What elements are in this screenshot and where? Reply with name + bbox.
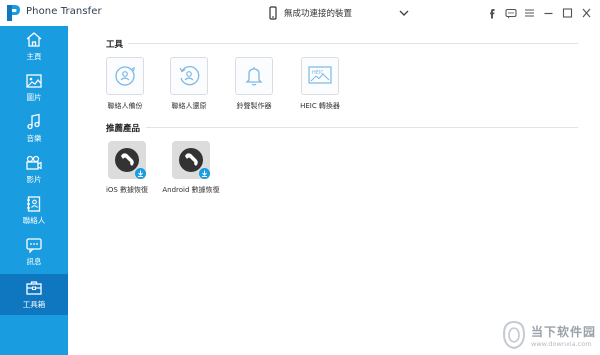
watermark: 当下软件园 www.downxia.com [500, 318, 596, 352]
sidebar-item-label: 音樂 [26, 134, 42, 143]
device-selector[interactable]: 無成功連接的裝置 [268, 5, 409, 21]
music-icon [27, 113, 40, 130]
sidebar-item-videos[interactable]: 影片 [0, 149, 68, 190]
product-icon-box [172, 141, 210, 179]
tool-icon-box [170, 57, 208, 95]
section-divider [128, 43, 578, 44]
download-badge-icon [199, 168, 210, 179]
tool-heic-converter[interactable]: HEIC HEIC 轉換器 [290, 57, 350, 117]
tool-label: 聯絡人還原 [171, 102, 207, 110]
tool-label: HEIC 轉換器 [300, 102, 340, 110]
toolbox-icon [26, 281, 42, 295]
app-logo-icon [7, 5, 20, 21]
sidebar-item-toolbox[interactable]: 工具箱 [0, 274, 68, 315]
device-status-label: 無成功連接的裝置 [284, 9, 353, 19]
facebook-icon[interactable] [482, 6, 501, 20]
tool-label: 聯絡人備份 [107, 102, 143, 110]
watermark-main-text: 当下软件园 [531, 324, 597, 339]
bell-icon [245, 67, 263, 86]
download-badge-icon [135, 168, 146, 179]
sidebar-item-label: 工具箱 [22, 300, 46, 309]
maximize-icon[interactable] [558, 6, 577, 20]
close-icon[interactable] [577, 6, 596, 20]
tool-ringtone-maker[interactable]: 鈴聲製作器 [224, 57, 284, 117]
minimize-icon[interactable] [539, 6, 558, 20]
watermark-sub-text: www.downxia.com [531, 339, 592, 348]
sidebar-item-label: 影片 [26, 175, 42, 184]
sidebar-item-label: 主頁 [26, 52, 42, 61]
tool-label: 鈴聲製作器 [236, 102, 272, 110]
sidebar-item-pictures[interactable]: 圖片 [0, 67, 68, 108]
tool-icon-box [235, 57, 273, 95]
tool-contact-backup[interactable]: 聯絡人備份 [95, 57, 155, 117]
tools-section-title: 工具 [106, 40, 124, 50]
sidebar-item-home[interactable]: 主頁 [0, 26, 68, 67]
sidebar-item-contacts[interactable]: 聯絡人 [0, 190, 68, 231]
picture-icon [26, 74, 42, 88]
title-bar: Phone Transfer 無成功連接的裝置 [0, 0, 600, 26]
chevron-down-icon[interactable] [399, 9, 409, 17]
sidebar-item-music[interactable]: 音樂 [0, 108, 68, 149]
product-android-recovery[interactable]: Android 數據恢復 [156, 141, 226, 201]
sidebar: 主頁 圖片 音樂 影片 聯絡人 訊息 工具箱 [0, 26, 68, 355]
contacts-icon [27, 196, 41, 212]
section-divider [146, 127, 578, 128]
tool-contact-restore[interactable]: 聯絡人還原 [159, 57, 219, 117]
tool-icon-box: HEIC [301, 57, 339, 95]
window-controls [482, 6, 596, 20]
product-ios-recovery[interactable]: iOS 數據恢復 [92, 141, 162, 201]
sidebar-item-messages[interactable]: 訊息 [0, 231, 68, 272]
message-icon [26, 238, 42, 254]
heic-converter-icon: HEIC [308, 66, 332, 84]
contact-restore-icon [179, 66, 200, 86]
video-icon [26, 155, 42, 170]
phone-icon [269, 6, 277, 20]
sidebar-item-label: 聯絡人 [22, 216, 46, 225]
sidebar-item-label: 圖片 [26, 93, 42, 102]
app-title: Phone Transfer [26, 6, 102, 17]
contact-backup-icon [115, 66, 135, 86]
sidebar-item-label: 訊息 [26, 257, 42, 266]
product-label: iOS 數據恢復 [105, 186, 149, 194]
tool-icon-box [106, 57, 144, 95]
menu-icon[interactable] [520, 6, 539, 20]
home-icon [26, 32, 42, 47]
product-label: Android 數據恢復 [162, 186, 220, 194]
products-section-title: 推薦產品 [106, 124, 141, 134]
watermark-logo-icon [502, 320, 526, 350]
product-icon-box [108, 141, 146, 179]
chat-icon[interactable] [501, 6, 520, 20]
